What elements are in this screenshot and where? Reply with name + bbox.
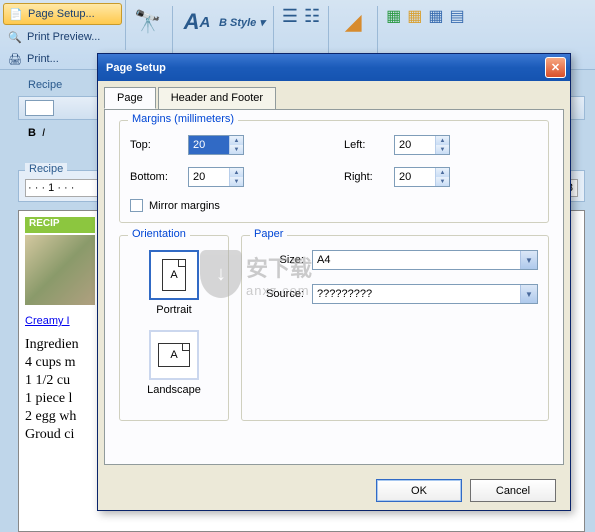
bottom-input[interactable] bbox=[189, 168, 229, 186]
dialog-buttons: OK Cancel bbox=[98, 471, 570, 510]
left-spinner[interactable]: ▲▼ bbox=[394, 135, 450, 155]
top-input[interactable] bbox=[189, 136, 229, 154]
tool-icon-1[interactable]: ▦ bbox=[386, 6, 401, 26]
spin-down-icon[interactable]: ▼ bbox=[436, 177, 449, 186]
cancel-button[interactable]: Cancel bbox=[470, 479, 556, 502]
ok-button[interactable]: OK bbox=[376, 479, 462, 502]
orientation-group: Orientation A Portrait A Landscape bbox=[119, 235, 229, 421]
recipe-banner: RECIP bbox=[25, 217, 95, 233]
source-label: Source: bbox=[252, 288, 304, 300]
top-label: Top: bbox=[130, 139, 188, 151]
spin-up-icon[interactable]: ▲ bbox=[436, 136, 449, 145]
right-spinner[interactable]: ▲▼ bbox=[394, 167, 450, 187]
spin-up-icon[interactable]: ▲ bbox=[230, 168, 243, 177]
font-group: AA B Style ▾ bbox=[181, 6, 265, 38]
font-aa-icon[interactable]: AA bbox=[181, 6, 213, 38]
mirror-margins-checkbox[interactable] bbox=[130, 199, 143, 212]
print-preview-label: Print Preview... bbox=[27, 31, 100, 43]
portrait-label: Portrait bbox=[156, 304, 191, 316]
dropdown-icon[interactable]: ▼ bbox=[520, 251, 537, 269]
margins-legend: Margins (millimeters) bbox=[128, 113, 238, 125]
spin-down-icon[interactable]: ▼ bbox=[436, 145, 449, 154]
left-label: Left: bbox=[344, 139, 394, 151]
page-setup-icon: 📄 bbox=[8, 6, 24, 22]
bottom-spinner[interactable]: ▲▼ bbox=[188, 167, 244, 187]
tab-page[interactable]: Page bbox=[104, 87, 156, 109]
separator bbox=[328, 6, 329, 56]
page-setup-label: Page Setup... bbox=[28, 8, 95, 20]
orientation-legend: Orientation bbox=[128, 228, 190, 240]
ruler-title: Recipe bbox=[25, 163, 67, 175]
italic-button[interactable]: I bbox=[42, 127, 45, 139]
spin-down-icon[interactable]: ▼ bbox=[230, 145, 243, 154]
top-spinner[interactable]: ▲▼ bbox=[188, 135, 244, 155]
page-setup-dialog: Page Setup ✕ Page Header and Footer Marg… bbox=[97, 53, 571, 511]
spin-up-icon[interactable]: ▲ bbox=[230, 136, 243, 145]
landscape-icon: A bbox=[158, 343, 190, 367]
print-label: Print... bbox=[27, 53, 59, 65]
right-input[interactable] bbox=[395, 168, 435, 186]
portrait-icon: A bbox=[162, 259, 186, 291]
mirror-margins-label: Mirror margins bbox=[149, 200, 220, 212]
size-input[interactable] bbox=[313, 251, 520, 269]
fill-icon[interactable]: ◢ bbox=[337, 6, 369, 38]
tool-icon-4[interactable]: ▤ bbox=[450, 6, 465, 26]
size-label: Size: bbox=[252, 254, 304, 266]
dropdown-icon[interactable]: ▼ bbox=[520, 285, 537, 303]
format-toolbar-2: B I bbox=[28, 122, 45, 144]
landscape-button[interactable]: A bbox=[149, 330, 199, 380]
bold-button[interactable]: B bbox=[28, 127, 36, 139]
spin-down-icon[interactable]: ▼ bbox=[230, 177, 243, 186]
dialog-titlebar[interactable]: Page Setup ✕ bbox=[98, 54, 570, 81]
find-icon[interactable]: 🔭 bbox=[132, 6, 164, 38]
doc-tab-recipe[interactable]: Recipe bbox=[18, 76, 72, 94]
printer-icon: 🖨 bbox=[7, 51, 23, 67]
spin-up-icon[interactable]: ▲ bbox=[436, 168, 449, 177]
tab-header-footer[interactable]: Header and Footer bbox=[158, 87, 276, 109]
page-setup-button[interactable]: 📄 Page Setup... bbox=[3, 3, 122, 25]
dialog-title: Page Setup bbox=[106, 62, 166, 74]
portrait-button[interactable]: A bbox=[149, 250, 199, 300]
left-input[interactable] bbox=[395, 136, 435, 154]
paper-legend: Paper bbox=[250, 228, 287, 240]
dialog-tabs: Page Header and Footer bbox=[98, 81, 570, 109]
print-preview-icon: 🔍 bbox=[7, 29, 23, 45]
separator bbox=[172, 6, 173, 56]
font-combo[interactable] bbox=[25, 100, 54, 116]
close-button[interactable]: ✕ bbox=[545, 57, 566, 78]
print-preview-button[interactable]: 🔍 Print Preview... bbox=[3, 27, 122, 47]
list-group: ☰ ☷ bbox=[282, 6, 320, 27]
separator bbox=[377, 6, 378, 56]
numbering-icon[interactable]: ☷ bbox=[304, 6, 320, 27]
bullets-icon[interactable]: ☰ bbox=[282, 6, 298, 27]
bottom-label: Bottom: bbox=[130, 171, 188, 183]
close-icon: ✕ bbox=[551, 61, 560, 74]
tool-icon-2[interactable]: ▦ bbox=[407, 6, 422, 26]
tab-panel-page: Margins (millimeters) Top: ▲▼ Left: ▲▼ B… bbox=[104, 109, 564, 465]
recipe-image bbox=[25, 235, 95, 305]
landscape-label: Landscape bbox=[147, 384, 201, 396]
view-group: ▦ ▦ ▦ ▤ bbox=[386, 6, 465, 26]
right-label: Right: bbox=[344, 171, 394, 183]
separator bbox=[273, 6, 274, 56]
size-combo[interactable]: ▼ bbox=[312, 250, 538, 270]
source-combo[interactable]: ▼ bbox=[312, 284, 538, 304]
source-input[interactable] bbox=[313, 285, 520, 303]
margins-group: Margins (millimeters) Top: ▲▼ Left: ▲▼ B… bbox=[119, 120, 549, 223]
style-button[interactable]: B Style ▾ bbox=[219, 16, 265, 29]
tool-icon-3[interactable]: ▦ bbox=[428, 6, 443, 26]
paper-group: Paper Size: ▼ Source: ▼ bbox=[241, 235, 549, 421]
